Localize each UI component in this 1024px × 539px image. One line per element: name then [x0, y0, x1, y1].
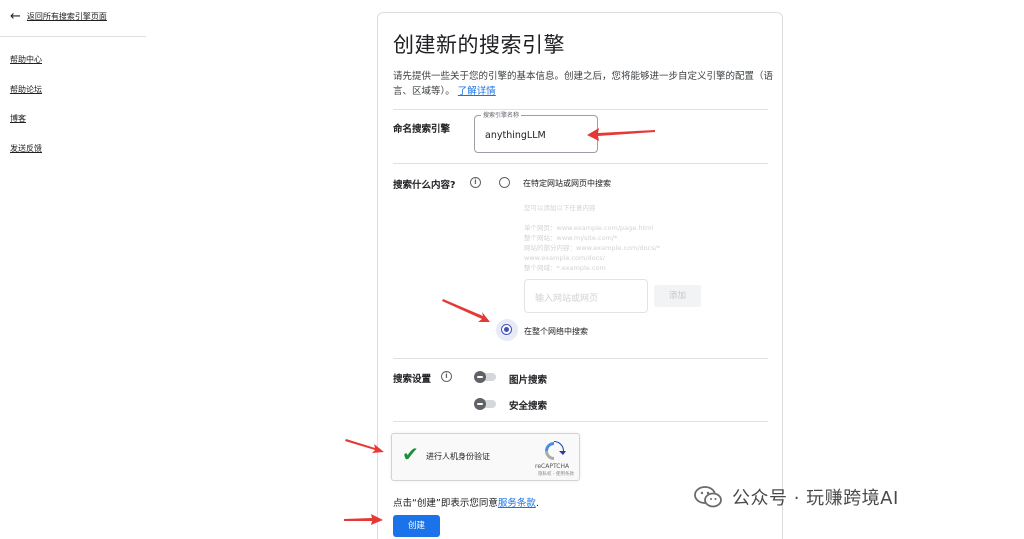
image-search-toggle[interactable] [474, 371, 496, 383]
terms-suffix: . [535, 498, 539, 509]
hint-line: 您可以添加以下任意内容 [524, 204, 596, 212]
create-engine-card: 创建新的搜索引擎 请先提供一些关于您的引擎的基本信息。创建之后，您将能够进一步自… [377, 12, 783, 539]
radio-specific-sites[interactable] [499, 177, 510, 188]
divider [393, 358, 768, 359]
toggle-thumb [474, 398, 486, 410]
engine-name-field-value[interactable]: anythingLLM [485, 130, 546, 141]
sidebar-divider [0, 36, 146, 37]
site-url-input[interactable]: 输入网站或网页 [524, 279, 648, 313]
annotation-arrow [587, 128, 655, 141]
radio-entire-web[interactable] [501, 324, 512, 335]
safe-search-toggle[interactable] [474, 398, 496, 410]
recaptcha-brand: reCAPTCHA [535, 463, 570, 470]
what-to-search-label: 搜索什么内容? [393, 180, 456, 191]
sidebar-link-blog[interactable]: 博客 [10, 113, 26, 124]
hint-line: 网站的部分内容：www.example.com/docs/* [524, 244, 661, 252]
description-text: 请先提供一些关于您的引擎的基本信息。创建之后，您将能够进一步自定义引擎的配置（语… [393, 71, 774, 97]
hint-line: 整个网站：www.mysite.com/* [524, 234, 618, 242]
info-icon[interactable]: i [441, 371, 452, 382]
recaptcha-logo-icon [545, 441, 566, 460]
recaptcha-label: 进行人机身份验证 [426, 452, 490, 461]
arrow-left-icon: ← [10, 9, 21, 24]
sidebar-link-help-center[interactable]: 帮助中心 [10, 54, 42, 65]
radio-selected-dot [504, 327, 509, 332]
terms-notice: 点击“创建”即表示您同意服务条款. [393, 495, 539, 509]
divider [393, 163, 768, 164]
divider [393, 421, 768, 422]
page-title: 创建新的搜索引擎 [393, 33, 565, 57]
recaptcha-widget[interactable]: ✔ 进行人机身份验证 reCAPTCHA 隐私权 - 使用条款 [391, 433, 580, 481]
divider [393, 109, 768, 110]
image-search-label: 图片搜索 [509, 375, 548, 386]
terms-of-service-link[interactable]: 服务条款 [498, 498, 536, 509]
recaptcha-terms[interactable]: 隐私权 - 使用条款 [538, 471, 574, 477]
back-to-all-engines-link[interactable]: ← 返回所有搜索引擎页面 [10, 10, 107, 23]
safe-search-label: 安全搜索 [509, 401, 548, 412]
engine-name-field[interactable]: 搜索引擎名称 anythingLLM [474, 110, 598, 153]
toggle-thumb [474, 371, 486, 383]
wechat-watermark: 公众号 · 玩赚跨境AI [694, 484, 899, 510]
option-specific-sites-label: 在特定网站或网页中搜索 [523, 179, 611, 188]
add-site-button[interactable]: 添加 [654, 285, 701, 307]
search-settings-label: 搜索设置 [393, 374, 432, 385]
annotation-arrow [344, 514, 383, 525]
site-url-input-placeholder: 输入网站或网页 [535, 294, 599, 304]
info-icon[interactable]: i [470, 177, 481, 188]
page: ← 返回所有搜索引擎页面 帮助中心 帮助论坛 博客 发送反馈 创建新的搜索引擎 … [0, 0, 1024, 539]
terms-prefix: 点击“创建”即表示您同意 [393, 498, 498, 509]
learn-more-link[interactable]: 了解详情 [458, 86, 496, 97]
annotation-arrow [442, 299, 490, 322]
checkmark-icon: ✔ [402, 442, 419, 466]
back-link-label: 返回所有搜索引擎页面 [26, 12, 107, 21]
annotation-arrow [345, 439, 384, 453]
hint-line: 单个网页：www.example.com/page.html [524, 224, 654, 232]
page-description: 请先提供一些关于您的引擎的基本信息。创建之后，您将能够进一步自定义引擎的配置（语… [393, 69, 773, 99]
hint-line: www.example.com/docs/ [524, 254, 605, 262]
sidebar-link-send-feedback[interactable]: 发送反馈 [10, 143, 42, 154]
create-button[interactable]: 创建 [393, 515, 440, 537]
hint-line: 整个网域：*.example.com [524, 264, 606, 272]
wechat-icon [694, 486, 722, 508]
sidebar: ← 返回所有搜索引擎页面 帮助中心 帮助论坛 博客 发送反馈 [0, 0, 148, 539]
name-section-label: 命名搜索引擎 [393, 124, 451, 135]
option-entire-web-label: 在整个网络中搜索 [524, 327, 588, 336]
sidebar-link-help-forum[interactable]: 帮助论坛 [10, 84, 42, 95]
engine-name-field-label: 搜索引擎名称 [481, 110, 522, 119]
watermark-text: 公众号 · 玩赚跨境AI [732, 488, 899, 509]
